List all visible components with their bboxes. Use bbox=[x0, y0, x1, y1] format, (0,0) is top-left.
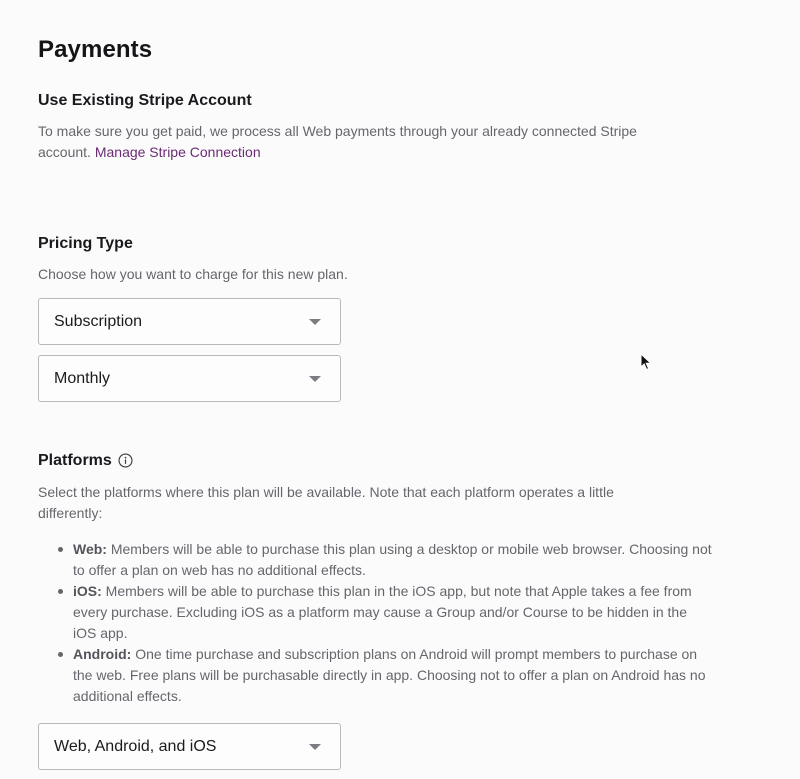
chevron-down-icon bbox=[309, 375, 321, 382]
platforms-select-value: Web, Android, and iOS bbox=[54, 737, 217, 755]
payments-page: Payments Use Existing Stripe Account To … bbox=[0, 0, 800, 779]
platform-name: Android: bbox=[73, 646, 132, 662]
chevron-down-icon bbox=[309, 743, 321, 750]
info-circle-icon[interactable] bbox=[118, 453, 133, 468]
platform-name: Web: bbox=[73, 541, 107, 557]
billing-interval-select-value: Monthly bbox=[54, 369, 111, 387]
pricing-type-select-value: Subscription bbox=[54, 312, 143, 330]
billing-interval-select[interactable]: Monthly bbox=[38, 355, 341, 402]
platform-details: Members will be able to purchase this pl… bbox=[73, 583, 692, 641]
list-item: Web: Members will be able to purchase th… bbox=[58, 539, 713, 581]
platform-list: Web: Members will be able to purchase th… bbox=[38, 539, 713, 707]
platform-details: Members will be able to purchase this pl… bbox=[73, 541, 712, 578]
pricing-type-select[interactable]: Subscription bbox=[38, 298, 341, 345]
platform-name: iOS: bbox=[73, 583, 102, 599]
mouse-pointer-icon bbox=[640, 353, 652, 371]
platforms-description: Select the platforms where this plan wil… bbox=[38, 484, 614, 521]
pricing-type-heading: Pricing Type bbox=[38, 235, 133, 252]
platforms-select[interactable]: Web, Android, and iOS bbox=[38, 723, 341, 770]
manage-stripe-connection-link[interactable]: Manage Stripe Connection bbox=[95, 144, 261, 160]
stripe-description: To make sure you get paid, we process al… bbox=[38, 121, 658, 163]
platforms-heading: Platforms bbox=[38, 452, 112, 469]
pricing-type-description: Choose how you want to charge for this n… bbox=[38, 266, 348, 282]
list-item: iOS: Members will be able to purchase th… bbox=[58, 581, 713, 644]
stripe-section-heading: Use Existing Stripe Account bbox=[38, 92, 252, 109]
page-title: Payments bbox=[38, 36, 153, 63]
list-item: Android: One time purchase and subscript… bbox=[58, 644, 713, 707]
chevron-down-icon bbox=[309, 318, 321, 325]
platform-details: One time purchase and subscription plans… bbox=[73, 646, 706, 704]
